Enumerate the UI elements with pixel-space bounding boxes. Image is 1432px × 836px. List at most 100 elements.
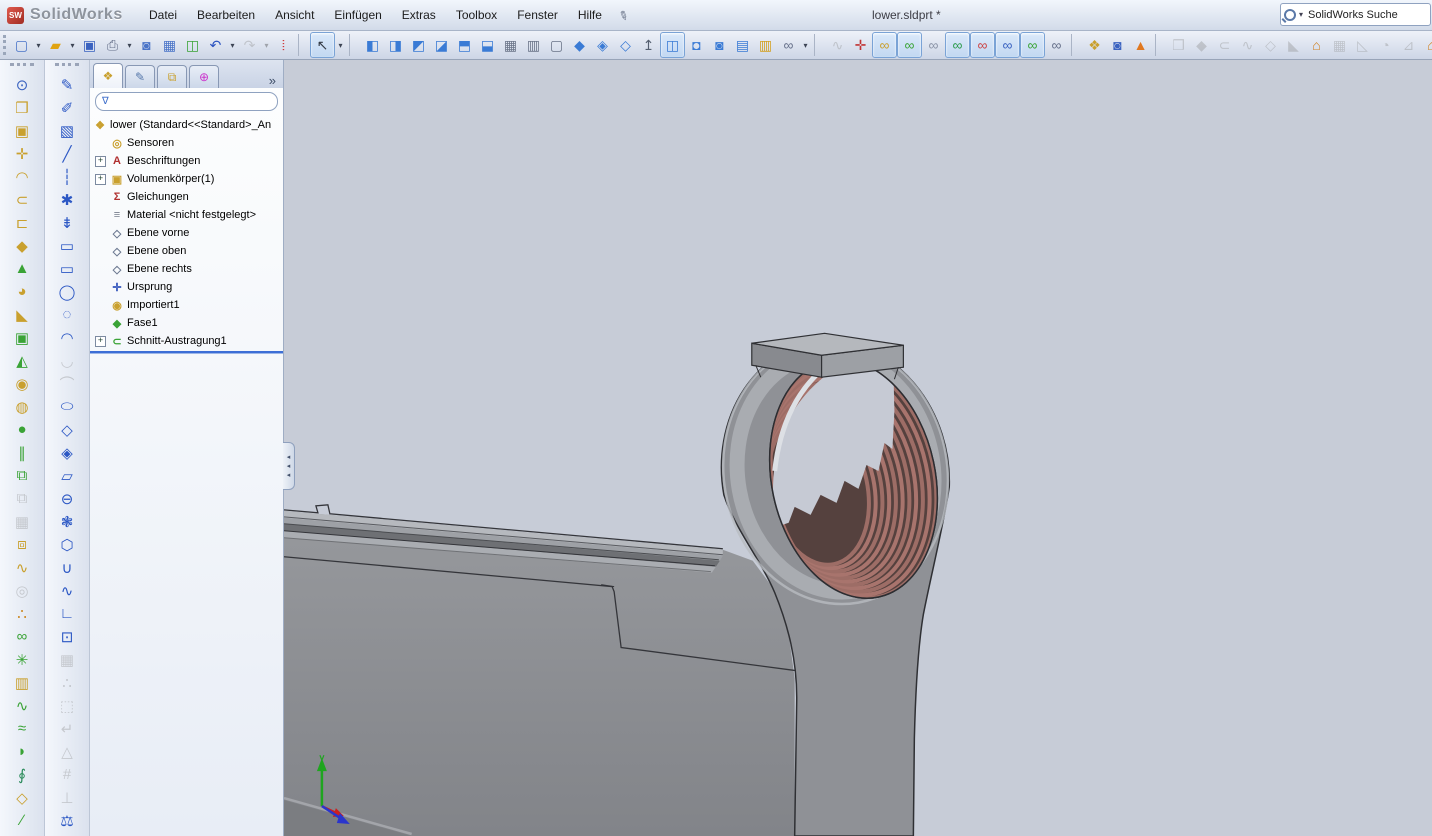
panel-tabs-overflow-chevron[interactable]: » [265,73,280,88]
combine-bodies[interactable]: ⧈ [6,533,38,556]
sheet-metal-base-flange[interactable]: ⌂ [1305,33,1328,57]
rebuild-traffic-light[interactable]: ⦙ [272,33,295,57]
view-right[interactable]: ◪ [430,33,453,57]
toolbar-button[interactable] [298,34,307,56]
menu-item[interactable]: Ansicht [265,4,324,26]
feature-extrude[interactable]: ❒ [1167,33,1190,57]
offset-entities[interactable]: ↵ [51,717,83,740]
sketch-driven-pattern[interactable]: ∴ [6,602,38,625]
print[interactable]: ⎙ [101,33,124,57]
relations-dropdown[interactable]: ▾ [800,33,811,57]
rib[interactable]: ≈ [6,717,38,740]
search-dropdown-icon[interactable]: ▾ [1299,10,1303,19]
wrap[interactable]: ▲ [6,257,38,280]
assembly-alert[interactable]: ▲ [1129,33,1152,57]
centerline[interactable]: ┆ [51,165,83,188]
curve-driven-pattern[interactable]: ∞ [6,625,38,648]
toolbar-button[interactable] [814,34,823,56]
feature-revolve[interactable]: ◆ [1190,33,1213,57]
shaded-view[interactable]: ◘ [685,33,708,57]
straight-slot[interactable]: ⊖ [51,487,83,510]
appearances[interactable]: ▥ [754,33,777,57]
save[interactable]: ▣ [78,33,101,57]
feature-draft[interactable]: ◺ [1351,33,1374,57]
tree-item-ebene-rechts[interactable]: + ◇ Ebene rechts [90,260,283,278]
view-points[interactable]: ∞ [1020,32,1045,58]
parallelogram[interactable]: ▱ [51,464,83,487]
point[interactable]: ✱ [51,188,83,211]
pattern-unavailable-1[interactable]: ⧉ [6,487,38,510]
sketch[interactable]: ✎ [51,73,83,96]
draft[interactable]: ◭ [6,349,38,372]
convert-entities[interactable]: ⬚ [51,694,83,717]
view-trimetric[interactable]: ◇ [614,33,637,57]
feature-loft[interactable]: ∿ [1236,33,1259,57]
tab-dimxpertmanager[interactable]: ⊕ [189,65,219,88]
tree-expander-icon[interactable]: + [95,173,106,185]
tree-item-schnitt-austragung1[interactable]: + ⊂ Schnitt-Austragung1 [90,332,283,350]
tab-configurationmanager[interactable]: ⧉ [157,65,187,88]
view-sketches[interactable]: ∞ [970,32,995,58]
shell[interactable]: ◗ [6,740,38,763]
tree-item-ursprung[interactable]: + ✛ Ursprung [90,278,283,296]
view-curves[interactable]: ∞ [945,32,970,58]
toolbar-grip[interactable] [55,63,79,71]
sheet-metal-edge-flange[interactable]: ⌂ [1420,33,1432,57]
scale-entities[interactable]: ⚖ [51,809,83,832]
open[interactable]: ▰ [44,33,67,57]
view-annotations[interactable]: ∞ [995,32,1020,58]
sketch-picture[interactable]: ▧ [51,119,83,142]
tree-item-fase1[interactable]: + ◆ Fase1 [90,314,283,332]
toolbar-button[interactable] [349,34,358,56]
new-document[interactable]: ▢ [10,33,33,57]
search-input[interactable] [1306,7,1419,22]
extruded-boss[interactable]: ❒ [6,96,38,119]
tree-expander-icon[interactable]: + [95,155,106,167]
feature-pattern[interactable]: ▦ [1328,33,1351,57]
view-isometric[interactable]: ◆ [568,33,591,57]
measure[interactable]: ⊙ [6,73,38,96]
rollback-bar[interactable] [90,351,283,353]
select-pointer[interactable]: ↖ [310,32,335,58]
tree-item-material[interactable]: + ≡ Material <nicht festgelegt> [90,206,283,224]
three-point-arc[interactable]: ◠ [51,326,83,349]
tree-item-ebene-oben[interactable]: + ◇ Ebene oben [90,242,283,260]
tree-item-sensoren[interactable]: + ◎ Sensoren [90,134,283,152]
table-driven-pattern[interactable]: ▥ [6,671,38,694]
display-style[interactable]: ◙ [708,33,731,57]
open-dropdown[interactable]: ▾ [67,33,78,57]
helix-spiral[interactable]: ∮ [6,763,38,786]
sketch-alert[interactable]: △ [51,740,83,763]
rebuild-check[interactable]: ◫ [181,33,204,57]
undo-dropdown[interactable]: ▾ [227,33,238,57]
revolved-boss[interactable]: ◍ [6,395,38,418]
spline-feature[interactable]: ∿ [6,694,38,717]
select-dropdown[interactable]: ▾ [335,33,346,57]
view-bottom[interactable]: ⬓ [476,33,499,57]
corner-fillet[interactable]: ∟ [51,602,83,625]
view-orientation[interactable]: ◫ [660,32,685,58]
panel-collapse-handle[interactable]: ◂ ◂ ◂ [283,442,295,490]
menu-item[interactable]: Hilfe [568,4,612,26]
print-preview[interactable]: ◙ [135,33,158,57]
toolbar-grip[interactable] [10,63,34,71]
material-editor[interactable]: ❖ [1083,33,1106,57]
extend-entities[interactable]: ⊥ [51,786,83,809]
menu-item[interactable]: Toolbox [446,4,507,26]
fillet[interactable]: ◕ [6,280,38,303]
view-wireframe[interactable]: ▦ [499,33,522,57]
linear-pattern[interactable]: ∥ [6,441,38,464]
extruded-cut[interactable]: ▣ [6,119,38,142]
reference-curve[interactable]: ∿ [826,33,849,57]
feature-sweep[interactable]: ⊂ [1213,33,1236,57]
move-triad[interactable]: ✛ [849,33,872,57]
menu-pin-icon[interactable]: ✐ [612,2,634,28]
swept-cut[interactable]: ⊂ [6,188,38,211]
tree-item-importiert1[interactable]: + ◉ Importiert1 [90,296,283,314]
section-view[interactable]: ↥ [637,33,660,57]
redo-dropdown[interactable]: ▾ [261,33,272,57]
view-planes[interactable]: ∞ [872,32,897,58]
tree-item-ebene-vorne[interactable]: + ◇ Ebene vorne [90,224,283,242]
tangent-arc[interactable]: ◡ [51,349,83,372]
search-box[interactable]: ▾ [1280,3,1431,26]
